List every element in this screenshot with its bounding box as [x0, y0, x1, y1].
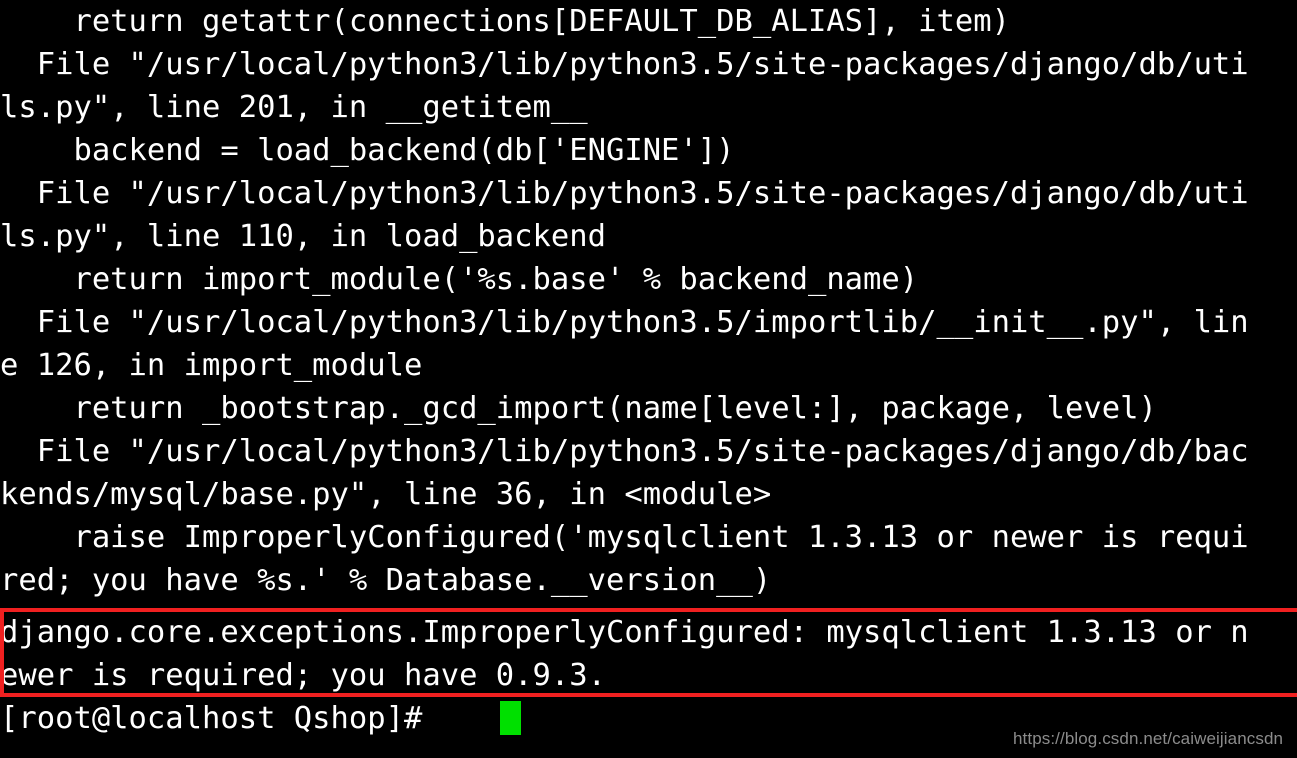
- terminal-row: e 126, in import_module: [0, 348, 423, 383]
- terminal-row: raise ImproperlyConfigured('mysqlclient …: [0, 520, 1249, 555]
- terminal-row: return getattr(connections[DEFAULT_DB_AL…: [0, 4, 1010, 39]
- terminal-row: ls.py", line 110, in load_backend: [0, 219, 606, 254]
- watermark: https://blog.csdn.net/caiweijiancsdn: [1013, 729, 1284, 748]
- terminal-row: File "/usr/local/python3/lib/python3.5/s…: [0, 47, 1249, 82]
- terminal-cursor[interactable]: [500, 701, 521, 735]
- terminal-screen[interactable]: return getattr(connections[DEFAULT_DB_AL…: [0, 0, 1297, 758]
- terminal-row: return _bootstrap._gcd_import(name[level…: [0, 391, 1157, 426]
- terminal-row: backend = load_backend(db['ENGINE']): [0, 133, 735, 168]
- terminal-row-exception: django.core.exceptions.ImproperlyConfigu…: [0, 615, 1249, 650]
- terminal-row: File "/usr/local/python3/lib/python3.5/i…: [0, 305, 1249, 340]
- terminal-row: red; you have %s.' % Database.__version_…: [0, 563, 772, 598]
- terminal-row: File "/usr/local/python3/lib/python3.5/s…: [0, 434, 1249, 469]
- terminal-row-exception: ewer is required; you have 0.9.3.: [0, 658, 606, 693]
- terminal-row: ls.py", line 201, in __getitem__: [0, 90, 588, 125]
- terminal-row: return import_module('%s.base' % backend…: [0, 262, 919, 297]
- terminal-window[interactable]: return getattr(connections[DEFAULT_DB_AL…: [0, 0, 1297, 758]
- shell-prompt[interactable]: [root@localhost Qshop]#: [0, 697, 422, 740]
- terminal-row: kends/mysql/base.py", line 36, in <modul…: [0, 477, 772, 512]
- terminal-row: File "/usr/local/python3/lib/python3.5/s…: [0, 176, 1249, 211]
